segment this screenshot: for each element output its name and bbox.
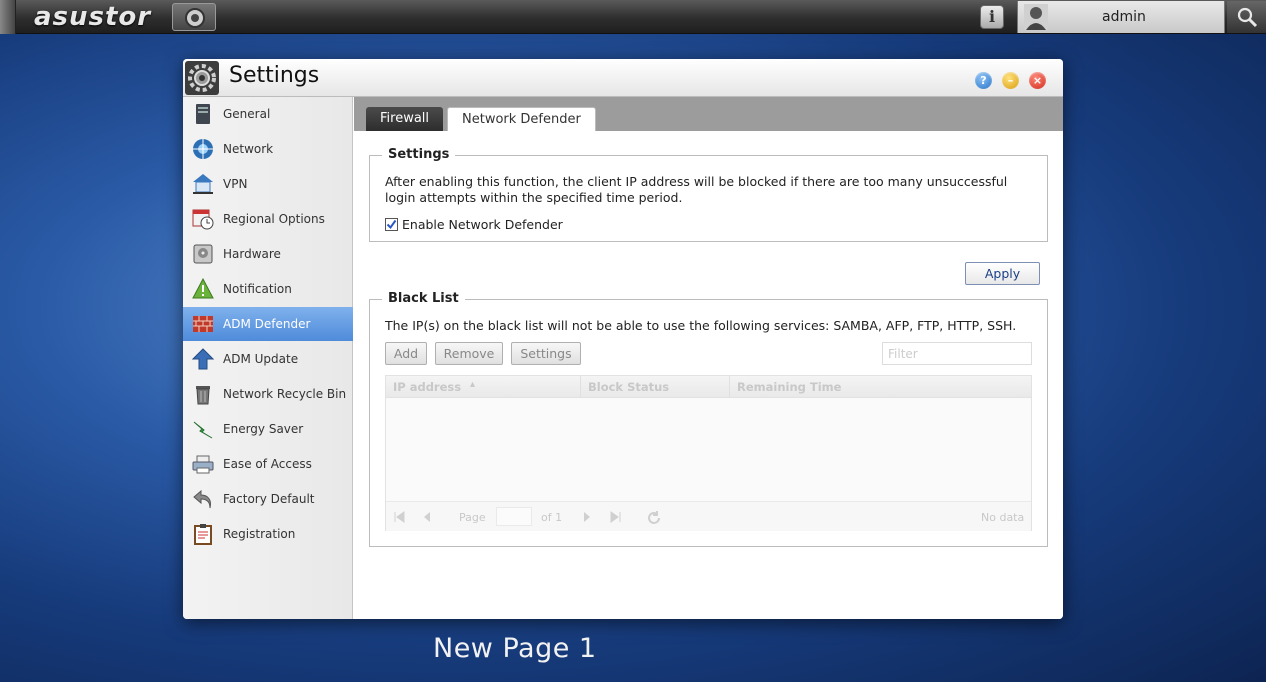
filter-input[interactable] [882,342,1032,365]
enable-network-defender-label: Enable Network Defender [402,217,563,232]
window-titlebar[interactable]: Settings ? – × [183,59,1063,97]
info-icon[interactable]: i [980,5,1004,29]
sidebar-item-general[interactable]: General [183,97,353,131]
vpn-icon [193,174,213,194]
add-button[interactable]: Add [385,342,427,365]
refresh-icon[interactable] [647,511,661,525]
tab-bar: Firewall Network Defender [354,97,1063,131]
pager-status: No data [981,511,1025,524]
settings-legend: Settings [382,147,456,162]
sidebar-item-notification[interactable]: Notification [183,272,353,306]
settings-sidebar: General Network VPN Regional Options Har… [183,97,353,619]
search-icon [1237,7,1258,28]
black-list-table: IP address ▴ Block Status Remaining Time… [385,375,1032,531]
black-list-description: The IP(s) on the black list will not be … [385,318,1017,333]
last-page-icon[interactable] [610,511,622,523]
column-ip-address[interactable]: IP address [393,380,461,394]
column-remaining-time[interactable]: Remaining Time [737,380,841,394]
top-bar: asustor i admin [0,0,1266,34]
settings-window: Settings ? – × General Network VPN Regio… [183,59,1063,619]
server-icon [196,104,210,124]
sidebar-item-adm-update[interactable]: ADM Update [183,342,353,376]
clipboard-icon [194,524,212,545]
settings-gear-icon [185,61,219,95]
printer-icon [192,455,214,474]
sidebar-item-adm-defender[interactable]: ADM Defender [183,307,353,341]
settings-section: Settings After enabling this function, t… [369,147,1048,242]
sort-ascending-icon: ▴ [470,379,476,390]
minimize-icon[interactable]: – [1002,72,1019,89]
taskbar-handle[interactable] [0,0,16,34]
trash-bin-icon [196,386,210,405]
brick-wall-icon [193,316,213,332]
brand-logo: asustor [34,2,152,32]
search-button[interactable] [1227,1,1266,33]
sidebar-item-energy-saver[interactable]: Energy Saver [183,412,353,446]
first-page-icon[interactable] [393,511,405,523]
page-count-label: of 1 [541,511,563,524]
table-header: IP address ▴ Block Status Remaining Time [386,376,1031,398]
settings-app-button[interactable] [172,3,216,31]
black-list-section: Black List The IP(s) on the black list w… [369,291,1048,547]
window-title: Settings [229,63,320,88]
page-label: Page [459,511,486,524]
previous-page-icon[interactable] [421,511,433,523]
user-avatar-icon [1024,4,1048,30]
sidebar-item-hardware[interactable]: Hardware [183,237,353,271]
user-menu[interactable]: admin [1017,1,1225,33]
checkmark-icon [386,219,397,230]
sidebar-item-ease-of-access[interactable]: Ease of Access [183,447,353,481]
black-list-settings-button[interactable]: Settings [511,342,581,365]
main-panel: Firewall Network Defender Settings After… [354,97,1063,619]
sidebar-item-vpn[interactable]: VPN [183,167,353,201]
apply-button[interactable]: Apply [965,262,1040,285]
next-page-icon[interactable] [581,511,593,523]
remove-button[interactable]: Remove [435,342,503,365]
close-icon[interactable]: × [1029,72,1046,89]
user-name: admin [1102,9,1146,25]
gear-icon [185,8,205,28]
column-block-status[interactable]: Block Status [588,380,669,394]
help-icon[interactable]: ? [975,72,992,89]
calendar-clock-icon [192,209,214,230]
undo-icon [193,489,211,509]
sidebar-item-factory-default[interactable]: Factory Default [183,482,353,516]
column-divider [580,376,581,398]
energy-icon [193,421,213,439]
enable-network-defender-checkbox[interactable] [385,218,398,231]
sidebar-item-regional-options[interactable]: Regional Options [183,202,353,236]
sidebar-item-registration[interactable]: Registration [183,517,353,551]
table-pager: Page of 1 No data [386,501,1031,531]
black-list-legend: Black List [382,291,465,306]
sidebar-item-network[interactable]: Network [183,132,353,166]
settings-description: After enabling this function, the client… [385,174,1008,205]
arrow-up-icon [192,348,214,370]
desktop-page-label[interactable]: New Page 1 [433,633,597,664]
warning-icon [192,278,214,299]
globe-icon [193,139,213,159]
sidebar-item-network-recycle-bin[interactable]: Network Recycle Bin [183,377,353,411]
page-number-input[interactable] [496,507,532,526]
tab-network-defender[interactable]: Network Defender [447,107,596,131]
tab-firewall[interactable]: Firewall [366,107,444,131]
hard-drive-icon [193,244,213,264]
column-divider [729,376,730,398]
